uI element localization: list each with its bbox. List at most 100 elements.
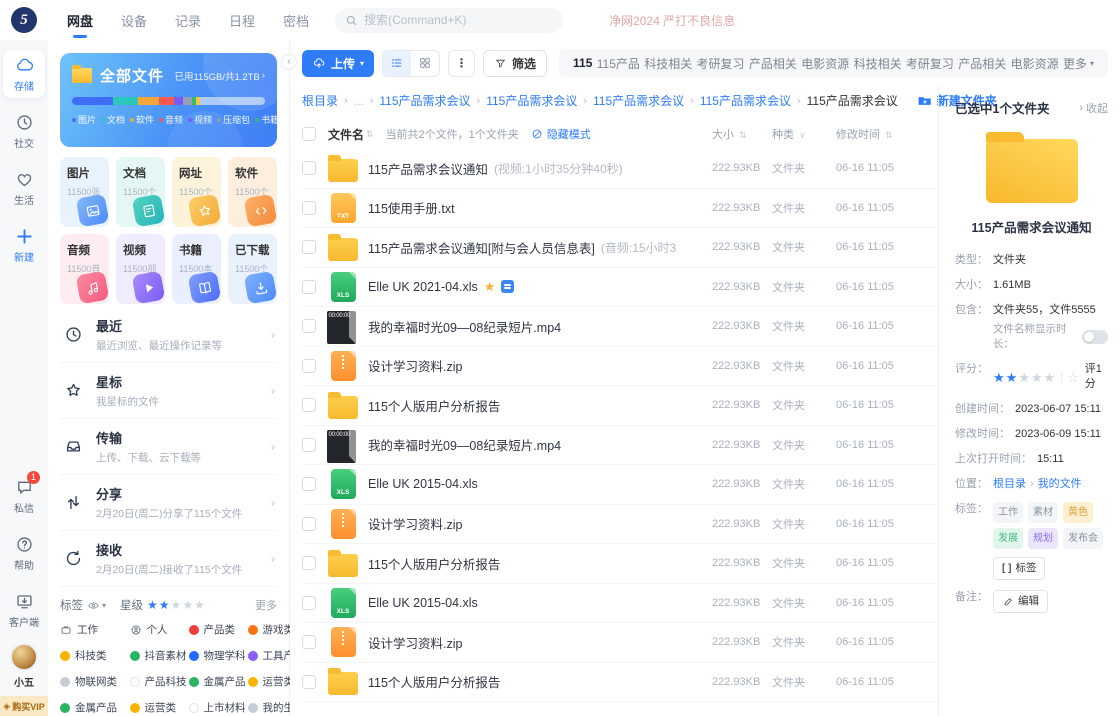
tag-item-13[interactable]: 运营类 bbox=[130, 700, 187, 715]
row-checkbox[interactable] bbox=[302, 280, 316, 294]
breadcrumb-item-2[interactable]: 115产品需求会议 bbox=[379, 92, 470, 109]
category-tile-1[interactable]: 文档11500个 bbox=[116, 157, 165, 227]
star-icon[interactable]: ★ bbox=[147, 598, 159, 612]
tag-item-10[interactable]: 金属产品 bbox=[189, 674, 246, 689]
file-row-6[interactable]: 115个人版用户分析报告222.93KB文件夹06-16 11:05 bbox=[302, 386, 938, 426]
file-tab-7[interactable]: 考研复习 bbox=[906, 55, 954, 72]
file-row-1[interactable]: 115使用手册.txt222.93KB文件夹06-16 11:05 bbox=[302, 189, 938, 229]
file-row-8[interactable]: Elle UK 2015-04.xls222.93KB文件夹06-16 11:0… bbox=[302, 465, 938, 505]
edit-note-button[interactable]: 编辑 bbox=[993, 590, 1048, 613]
topbar-tab-1[interactable]: 设备 bbox=[121, 8, 147, 33]
row-checkbox[interactable] bbox=[302, 438, 316, 452]
row-checkbox[interactable] bbox=[302, 398, 316, 412]
global-search[interactable] bbox=[335, 8, 563, 33]
column-size[interactable]: 大小 ⇅ bbox=[676, 126, 772, 142]
breadcrumb-item-4[interactable]: 115产品需求会议 bbox=[593, 92, 684, 109]
sort-icon[interactable]: ⇅ bbox=[366, 129, 374, 140]
upload-button[interactable]: 上传 ▾ bbox=[302, 50, 374, 77]
collapse-panel-button[interactable]: ›收起 bbox=[1079, 100, 1108, 116]
search-input[interactable] bbox=[364, 13, 553, 27]
tabs-more[interactable]: 更多▾ bbox=[1063, 55, 1094, 72]
sidebar-star-rating[interactable]: ★★★★★ bbox=[147, 598, 206, 612]
file-row-7[interactable]: 我的幸福时光09—08纪录短片.mp4222.93KB文件夹06-16 11:0… bbox=[302, 426, 938, 466]
file-row-12[interactable]: 设计学习资料.zip222.93KB文件夹06-16 11:05 bbox=[302, 623, 938, 663]
location-root-link[interactable]: 根目录 bbox=[993, 478, 1026, 490]
tag-item-8[interactable]: 物联网类 bbox=[60, 674, 128, 689]
row-checkbox[interactable] bbox=[302, 517, 316, 531]
star-icon[interactable]: ★ bbox=[993, 370, 1006, 385]
file-row-3[interactable]: Elle UK 2021-04.xls★222.93KB文件夹06-16 11:… bbox=[302, 268, 938, 308]
column-name[interactable]: 文件名 bbox=[328, 126, 364, 143]
topbar-tab-3[interactable]: 日程 bbox=[229, 8, 255, 33]
rating-stars[interactable]: ★★★★★|☆评1分 bbox=[993, 362, 1108, 392]
row-checkbox[interactable] bbox=[302, 319, 316, 333]
rail-bottom-item-2[interactable]: 客户端 bbox=[3, 586, 45, 634]
category-tile-3[interactable]: 软件11500个 bbox=[228, 157, 277, 227]
sidebar-item-1[interactable]: 星标我星标的文件› bbox=[60, 363, 277, 419]
file-tab-2[interactable]: 科技相关 bbox=[644, 55, 692, 72]
category-tile-2[interactable]: 网址11500个 bbox=[172, 157, 221, 227]
location-child-link[interactable]: 我的文件 bbox=[1038, 478, 1082, 490]
eye-icon[interactable] bbox=[87, 599, 100, 612]
chevron-down-icon[interactable]: ▾ bbox=[102, 601, 106, 610]
row-checkbox[interactable] bbox=[302, 596, 316, 610]
column-kind[interactable]: 种类 ∨ bbox=[772, 126, 836, 142]
star-icon[interactable]: ★ bbox=[171, 598, 183, 612]
category-tile-6[interactable]: 书籍11500本 bbox=[172, 234, 221, 304]
column-modified[interactable]: 修改时间 ⇅ bbox=[836, 126, 928, 142]
file-tab-1[interactable]: 115产品 bbox=[597, 55, 640, 72]
select-all-checkbox[interactable] bbox=[302, 127, 316, 141]
breadcrumb-item-1[interactable]: ... bbox=[354, 94, 364, 108]
grid-view-button[interactable] bbox=[411, 51, 439, 76]
sidebar-item-3[interactable]: 分享2月20日(周二)分享了115个文件› bbox=[60, 475, 277, 531]
row-checkbox[interactable] bbox=[302, 556, 316, 570]
tag-chip-0[interactable]: 工作 bbox=[993, 502, 1023, 523]
star-icon[interactable]: ★ bbox=[1031, 370, 1044, 385]
tag-item-1[interactable]: 个人 bbox=[130, 622, 187, 637]
star-icon[interactable]: ★ bbox=[484, 279, 496, 295]
star-icon[interactable]: ★ bbox=[182, 598, 194, 612]
rail-item-1[interactable]: 社交 bbox=[3, 107, 45, 155]
file-row-9[interactable]: 设计学习资料.zip222.93KB文件夹06-16 11:05 bbox=[302, 505, 938, 545]
star-icon[interactable]: ★ bbox=[1044, 370, 1057, 385]
label-icon[interactable] bbox=[501, 280, 514, 293]
file-tab-5[interactable]: 电影资源 bbox=[801, 55, 849, 72]
buy-vip-button[interactable]: ◈购买VIP bbox=[0, 696, 48, 716]
file-row-5[interactable]: 设计学习资料.zip222.93KB文件夹06-16 11:05 bbox=[302, 347, 938, 387]
star-icon[interactable]: ★ bbox=[159, 598, 171, 612]
file-tab-3[interactable]: 考研复习 bbox=[697, 55, 745, 72]
file-rows[interactable]: 115产品需求会议通知(视频:1小时35分钟40秒)222.93KB文件夹06-… bbox=[302, 149, 938, 716]
file-tab-8[interactable]: 产品相关 bbox=[958, 55, 1006, 72]
topbar-tab-2[interactable]: 记录 bbox=[175, 8, 201, 33]
row-checkbox[interactable] bbox=[302, 359, 316, 373]
file-tab-0[interactable]: 115 bbox=[573, 56, 592, 70]
row-checkbox[interactable] bbox=[302, 161, 316, 175]
category-tile-7[interactable]: 已下载11500个 bbox=[228, 234, 277, 304]
sidebar-collapse-handle[interactable]: ‹ bbox=[281, 54, 297, 70]
file-tab-4[interactable]: 产品相关 bbox=[749, 55, 797, 72]
filter-button[interactable]: 筛选 bbox=[483, 50, 547, 77]
tag-item-6[interactable]: 物理学科 bbox=[189, 648, 246, 663]
sidebar-item-4[interactable]: 接收2月20日(周二)接收了115个文件› bbox=[60, 531, 277, 587]
row-checkbox[interactable] bbox=[302, 675, 316, 689]
user-avatar[interactable] bbox=[10, 643, 38, 671]
rail-bottom-item-1[interactable]: 帮助 bbox=[3, 529, 45, 577]
tag-item-12[interactable]: 金属产品 bbox=[60, 700, 128, 715]
hide-mode-toggle[interactable]: 隐藏模式 bbox=[531, 126, 591, 142]
file-tab-9[interactable]: 电影资源 bbox=[1011, 55, 1059, 72]
topbar-tab-0[interactable]: 网盘 bbox=[67, 8, 93, 33]
row-checkbox[interactable] bbox=[302, 635, 316, 649]
sidebar-item-2[interactable]: 传输上传、下载、云下载等› bbox=[60, 419, 277, 475]
rail-item-2[interactable]: 生活 bbox=[3, 164, 45, 212]
category-tile-5[interactable]: 视频11500部 bbox=[116, 234, 165, 304]
list-view-button[interactable] bbox=[383, 51, 411, 76]
tag-chip-3[interactable]: 发展 bbox=[993, 528, 1023, 549]
file-row-2[interactable]: 115产品需求会议通知[附与会人员信息表](音频:15小时35分钟40秒)222… bbox=[302, 228, 938, 268]
tag-chip-4[interactable]: 规划 bbox=[1028, 528, 1058, 549]
tag-item-2[interactable]: 产品类 bbox=[189, 622, 246, 637]
add-tag-button[interactable]: [ ]标签 bbox=[993, 557, 1045, 580]
more-actions-button[interactable]: ⋮ bbox=[448, 50, 475, 77]
file-row-13[interactable]: 115个人版用户分析报告222.93KB文件夹06-16 11:05 bbox=[302, 663, 938, 703]
breadcrumb-item-0[interactable]: 根目录 bbox=[302, 92, 338, 109]
topbar-tab-4[interactable]: 密档 bbox=[283, 8, 309, 33]
